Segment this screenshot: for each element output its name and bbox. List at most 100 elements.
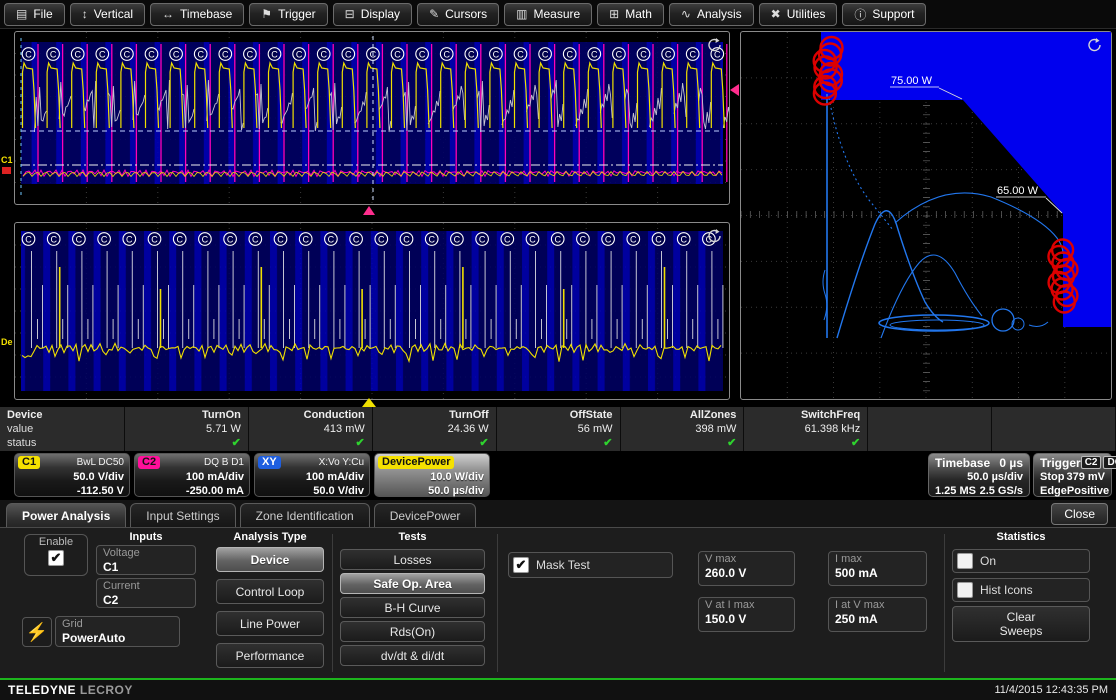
menu-trigger[interactable]: ⚑Trigger [249, 3, 327, 26]
cursor-marker[interactable] [363, 206, 375, 215]
brand-logo: TELEDYNE LECROY [8, 683, 133, 697]
grid-field[interactable]: Grid PowerAuto [55, 616, 180, 647]
i-max-field[interactable]: I max500 mA [828, 551, 927, 586]
statistics-on-control[interactable]: ✔ On [952, 549, 1090, 573]
math-icon: ⊞ [609, 7, 619, 21]
v-at-i-max-field[interactable]: V at I max150.0 V [698, 597, 795, 632]
vertical-icon: ↕ [82, 7, 88, 21]
tab-zone-identification[interactable]: Zone Identification [240, 503, 370, 527]
divider [332, 534, 333, 672]
trigger-level-arrow[interactable] [730, 84, 739, 96]
devicepower-descriptor[interactable]: DevicePower 10.0 W/div 50.0 µs/div [374, 453, 490, 497]
svg-text:C: C [616, 49, 623, 59]
close-button[interactable]: Close [1051, 503, 1108, 525]
svg-text:C: C [302, 234, 309, 244]
measure-col-turnon[interactable]: TurnOn5.71 W✔ [125, 407, 249, 451]
mask-test-checkbox[interactable]: ✔ [513, 557, 529, 573]
svg-text:C: C [378, 234, 385, 244]
measure-table: DevicevaluestatusTurnOn5.71 W✔Conduction… [0, 405, 1116, 451]
menu-cursors[interactable]: ✎Cursors [417, 3, 499, 26]
mask-label-lower: 65.00 W [997, 185, 1039, 197]
waveform-panel-bottom[interactable]: C C C C C C C C C C C C C C C C C C C C [14, 222, 730, 400]
menu-display[interactable]: ⊟Display [333, 3, 412, 26]
svg-text:C: C [320, 49, 327, 59]
trigger-box[interactable]: Trigger C2 DC Stop 379 mV Edge Positive [1033, 453, 1112, 497]
safe-op-area-button[interactable]: Safe Op. Area [340, 573, 485, 594]
line-power-button[interactable]: Line Power [216, 611, 324, 636]
trigger-source-badge: C2 [1081, 456, 1102, 469]
svg-text:C: C [25, 234, 32, 244]
tab-devicepower[interactable]: DevicePower [374, 503, 477, 527]
hist-icons-label: Hist Icons [980, 583, 1033, 597]
xy-soa-panel[interactable]: 75.00 W 65.00 W [740, 31, 1112, 400]
statistics-on-checkbox[interactable]: ✔ [957, 553, 973, 569]
measure-col-allzones[interactable]: AllZones398 mW✔ [621, 407, 745, 451]
measure-col-switchfreq[interactable]: SwitchFreq61.398 kHz✔ [744, 407, 868, 451]
c2-scale: 100 mA/div [138, 470, 244, 484]
measure-col-turnoff[interactable]: TurnOff24.36 W✔ [373, 407, 497, 451]
mask-test-control[interactable]: ✔ Mask Test [508, 552, 673, 578]
c1-scale: 50.0 V/div [18, 470, 124, 484]
tab-power-analysis[interactable]: Power Analysis [6, 503, 126, 527]
timebase-box[interactable]: Timebase 0 µs 50.0 µs/div 1.25 MS 2.5 GS… [928, 453, 1030, 497]
rds-on-button[interactable]: Rds(On) [340, 621, 485, 642]
svg-text:C: C [124, 49, 131, 59]
tab-input-settings[interactable]: Input Settings [130, 503, 235, 527]
measure-col-conduction[interactable]: Conduction413 mW✔ [249, 407, 373, 451]
svg-text:C: C [252, 234, 259, 244]
current-source-field[interactable]: Current C2 [96, 578, 196, 608]
svg-text:C: C [468, 49, 475, 59]
c1-info: BwL DC50 [77, 457, 124, 468]
menu-timebase[interactable]: ↔Timebase [150, 3, 244, 26]
b-h-curve-button[interactable]: B-H Curve [340, 597, 485, 618]
hist-icons-control[interactable]: ✔ Hist Icons [952, 578, 1090, 602]
c2-badge: C2 [138, 456, 160, 469]
c1-badge: C1 [18, 456, 40, 469]
voltage-label: Voltage [103, 547, 189, 560]
statistics-on-label: On [980, 554, 996, 568]
trigger-icon: ⚑ [261, 7, 272, 21]
voltage-source-field[interactable]: Voltage C1 [96, 545, 196, 575]
xy-descriptor[interactable]: XY X:Vo Y:Cu 100 mA/div 50.0 V/div [254, 453, 370, 497]
menu-analysis[interactable]: ∿Analysis [669, 3, 754, 26]
losses-button[interactable]: Losses [340, 549, 485, 570]
svg-text:C: C [74, 49, 81, 59]
oscilloscope-app: ▤File↕Vertical↔Timebase⚑Trigger ⊟Display✎… [0, 0, 1116, 700]
status-bar: TELEDYNE LECROY 11/4/2015 12:43:35 PM [0, 678, 1116, 700]
svg-text:C: C [173, 49, 180, 59]
menu-utilities[interactable]: ✖Utilities [759, 3, 838, 26]
svg-text:C: C [665, 49, 672, 59]
menu-measure[interactable]: ▥Measure [504, 3, 592, 26]
c1-trace-marker: C1 [1, 155, 13, 165]
enable-checkbox[interactable]: ✔ [48, 550, 64, 566]
c1-descriptor[interactable]: C1 BwL DC50 50.0 V/div -112.50 V [14, 453, 130, 497]
svg-text:C: C [580, 234, 587, 244]
grid-label: Grid [62, 618, 173, 631]
divider [497, 534, 498, 672]
menu-file[interactable]: ▤File [4, 3, 65, 26]
datetime: 11/4/2015 12:43:35 PM [994, 684, 1108, 696]
menu-vertical[interactable]: ↕Vertical [70, 3, 145, 26]
clear-sweeps-button[interactable]: Clear Sweeps [952, 606, 1090, 642]
trigger-coupling-badge: DC [1103, 456, 1116, 469]
waveform-panel-top[interactable]: C C C C C C C C C C C C C C C C C C C C [14, 31, 730, 205]
i-at-v-max-field[interactable]: I at V max250 mA [828, 597, 927, 632]
dialog-tab-bar: Power AnalysisInput SettingsZone Identif… [0, 500, 1116, 527]
svg-text:C: C [479, 234, 486, 244]
trigger-position-marker[interactable] [362, 398, 376, 407]
measure-col-offstate[interactable]: OffState56 mW✔ [497, 407, 621, 451]
performance-button[interactable]: Performance [216, 643, 324, 668]
enable-control[interactable]: Enable ✔ [24, 534, 88, 576]
v-max-field[interactable]: V max260.0 V [698, 551, 795, 586]
menu-support[interactable]: ⓘSupport [842, 3, 926, 26]
svg-text:C: C [428, 234, 435, 244]
dv-dt-di-dt-button[interactable]: dv/dt & di/dt [340, 645, 485, 666]
menu-math[interactable]: ⊞Math [597, 3, 664, 26]
device-button[interactable]: Device [216, 547, 324, 572]
c2-descriptor[interactable]: C2 DQ B D1 100 mA/div -250.00 mA [134, 453, 250, 497]
xy-info: X:Vo Y:Cu [319, 457, 364, 468]
control-loop-button[interactable]: Control Loop [216, 579, 324, 604]
svg-text:C: C [277, 234, 284, 244]
display-icon: ⊟ [345, 7, 355, 21]
hist-icons-checkbox[interactable]: ✔ [957, 582, 973, 598]
